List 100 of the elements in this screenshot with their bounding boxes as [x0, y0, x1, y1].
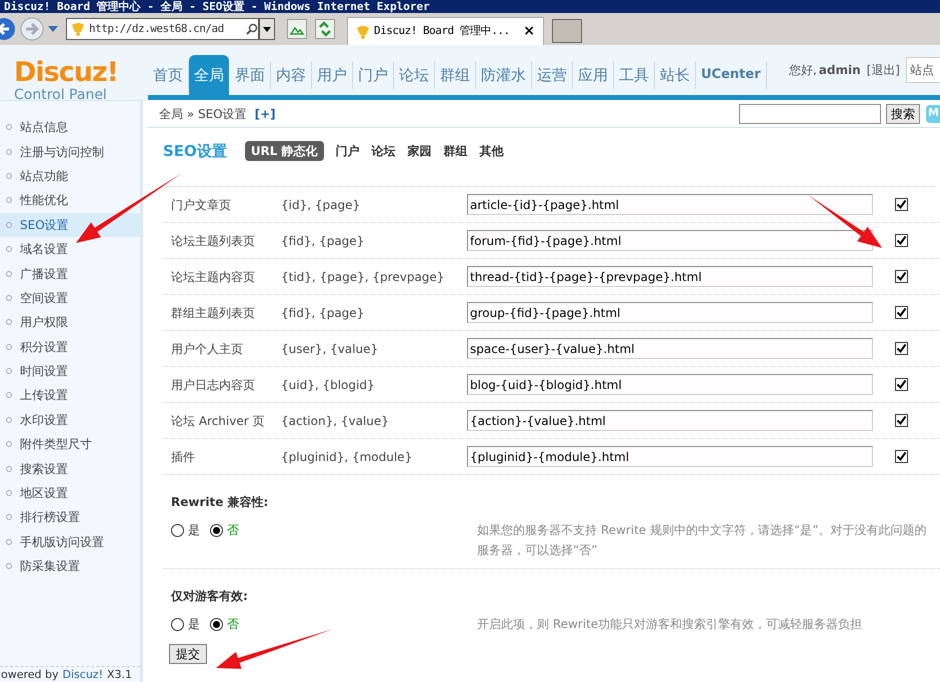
checkbox[interactable]	[895, 414, 908, 427]
checkbox[interactable]	[895, 270, 908, 283]
nav-tab[interactable]: 防灌水	[476, 61, 532, 89]
radio-button[interactable]	[171, 524, 184, 536]
format-field[interactable]: article-{id}-{page}.html	[467, 194, 873, 215]
logo-title: Discuz!	[14, 61, 118, 85]
section-tab[interactable]: 群组	[444, 142, 468, 160]
section-tab[interactable]: 其他	[480, 142, 504, 160]
sidebar-item[interactable]: 广播设置	[0, 261, 140, 286]
radio-button[interactable]	[210, 524, 223, 536]
page-type: 论坛主题内容页	[170, 268, 256, 286]
checkbox[interactable]	[895, 234, 908, 247]
sidebar-item[interactable]: 积分设置	[0, 334, 140, 359]
logout-link[interactable]: [退出]	[866, 61, 900, 79]
window-title: Discuz! Board 管理中心 - 全局 - SEO设置 - Windows Internet Explorer	[4, 0, 430, 13]
sidebar-item[interactable]: 站点功能	[0, 164, 140, 188]
radio-button[interactable]	[171, 618, 184, 630]
image-icon[interactable]	[287, 19, 307, 39]
close-button[interactable]: ×	[523, 21, 535, 42]
option-label: 是	[188, 616, 200, 633]
nav-tab[interactable]: 门户	[353, 61, 394, 89]
dropdown-icon[interactable]	[259, 18, 275, 40]
checkbox[interactable]	[895, 306, 908, 319]
badge: M	[926, 104, 940, 122]
bullet-icon	[6, 222, 12, 228]
option-label: 否	[227, 522, 239, 539]
sidebar-item[interactable]: SEO设置	[0, 212, 140, 237]
checkbox[interactable]	[895, 198, 908, 211]
checkbox[interactable]	[895, 342, 908, 355]
site-field[interactable]: 站点	[906, 57, 940, 83]
search-icon[interactable]	[246, 23, 258, 35]
bullet-icon	[6, 124, 12, 130]
sidebar-item[interactable]: 水印设置	[0, 408, 140, 432]
search-field[interactable]	[739, 104, 881, 124]
bullet-icon	[6, 538, 12, 545]
checkbox[interactable]	[895, 450, 908, 463]
nav-tab[interactable]: 内容	[271, 61, 312, 89]
bullet-icon	[6, 197, 12, 204]
bullet-icon	[6, 392, 12, 398]
nav-tab[interactable]: 运营	[532, 61, 573, 89]
nav-tab[interactable]: 界面	[230, 61, 271, 89]
nav-tab[interactable]: 用户	[312, 61, 353, 89]
variables-text: {id}, {page}	[281, 196, 362, 214]
new-tab-button[interactable]	[552, 19, 582, 43]
radio-button[interactable]	[210, 618, 223, 630]
nav-tab[interactable]: 站长	[655, 61, 696, 89]
sidebar-item[interactable]: 时间设置	[0, 358, 140, 384]
footer-link[interactable]: Discuz!	[62, 669, 103, 681]
nav-tab[interactable]: 应用	[573, 61, 614, 89]
format-field[interactable]: blog-{uid}-{blogid}.html	[467, 374, 873, 395]
section-tab[interactable]: URL 静态化	[244, 141, 324, 161]
search-button[interactable]: 搜索	[886, 104, 920, 124]
back-icon[interactable]	[0, 17, 16, 41]
section-tab[interactable]: 家园	[408, 142, 432, 160]
section-tab[interactable]: 门户	[336, 142, 360, 160]
format-field[interactable]: group-{fid}-{page}.html	[467, 302, 873, 323]
page-type: 门户文章页	[170, 196, 232, 214]
footer-text: owered by	[1, 669, 59, 681]
bullet-icon	[6, 294, 12, 301]
sidebar-item[interactable]: 手机版访问设置	[0, 530, 140, 554]
format-field[interactable]: {pluginid}-{module}.html	[467, 446, 873, 467]
format-field[interactable]: forum-{fid}-{page}.html	[467, 230, 873, 251]
sidebar-item[interactable]: 搜索设置	[0, 456, 140, 481]
submit-button[interactable]: 提交	[169, 644, 207, 664]
nav-tab[interactable]: 群组	[435, 61, 476, 89]
section-tab[interactable]: 论坛	[372, 142, 396, 160]
checkbox[interactable]	[895, 378, 908, 391]
nav-tab[interactable]: UCenter	[696, 61, 767, 89]
nav-tab[interactable]: 全局	[189, 55, 229, 95]
sidebar-item[interactable]: 站点信息	[0, 115, 140, 140]
sidebar-item[interactable]: 排行榜设置	[0, 505, 140, 530]
bullet-icon	[6, 172, 12, 179]
sidebar-item[interactable]: 附件类型尺寸	[0, 432, 140, 456]
bullet-icon	[6, 416, 12, 423]
sidebar-item[interactable]: 地区设置	[0, 480, 140, 506]
variables-text: {uid}, {blogid}	[281, 376, 376, 394]
format-field[interactable]: {action}-{value}.html	[467, 410, 873, 431]
sidebar-item[interactable]: 注册与访问控制	[0, 139, 140, 164]
sidebar-item[interactable]: 性能优化	[0, 188, 140, 213]
address-field[interactable]: http://dz.west68.cn/ad	[66, 18, 259, 40]
bullet-icon	[6, 441, 12, 448]
bullet-icon	[6, 319, 12, 326]
expand-link[interactable]: [+]	[254, 104, 276, 122]
page-type: 插件	[170, 448, 196, 466]
bullet-icon	[6, 368, 12, 374]
variables-text: {fid}, {page}	[281, 232, 366, 250]
browser-tab[interactable]: Discuz! Board 管理中... ×	[347, 17, 544, 45]
refresh-icon[interactable]	[315, 19, 335, 39]
sidebar-item[interactable]: 上传设置	[0, 383, 140, 408]
format-field[interactable]: thread-{tid}-{page}-{prevpage}.html	[467, 266, 873, 287]
nav-tab[interactable]: 工具	[614, 61, 655, 89]
sidebar-item[interactable]: 用户权限	[0, 310, 140, 335]
version-text: X3.1	[106, 669, 132, 681]
sidebar-item[interactable]: 空间设置	[0, 286, 140, 310]
nav-tab[interactable]: 论坛	[394, 61, 435, 89]
format-field[interactable]: space-{user}-{value}.html	[467, 338, 873, 359]
sidebar-item[interactable]: 域名设置	[0, 236, 140, 262]
breadcrumb: 全局 » SEO设置	[159, 106, 247, 122]
greeting: 您好,	[788, 62, 817, 79]
sidebar-item[interactable]: 防采集设置	[0, 554, 140, 578]
